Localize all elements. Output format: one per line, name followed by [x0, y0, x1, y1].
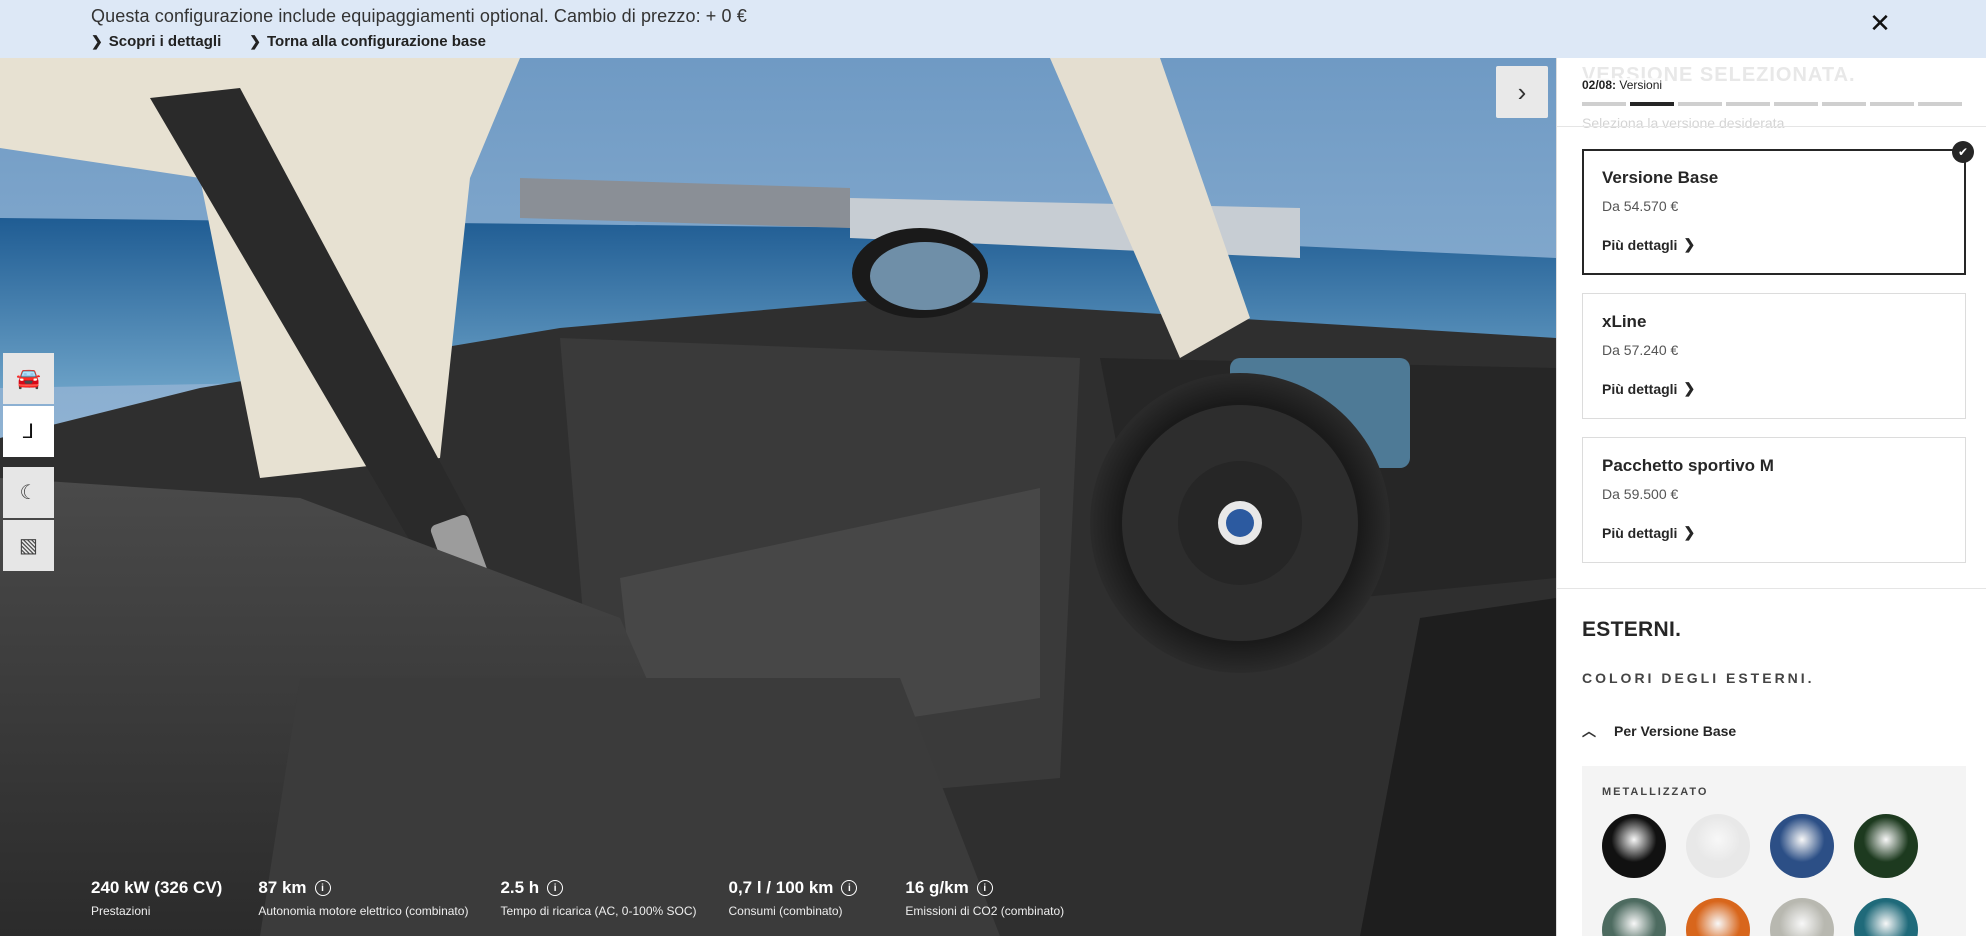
spec-label: Tempo di ricarica (AC, 0-100% SOC) [500, 904, 697, 918]
spec-value: 16 g/km [905, 878, 969, 897]
info-icon[interactable]: i [976, 880, 993, 896]
spec-emissions: 16 g/km i Emissioni di CO2 (combinato) [905, 878, 1064, 918]
spec-label: Consumi (combinato) [728, 904, 843, 918]
section-subtitle-faded: Seleziona la versione desiderata [1582, 115, 1785, 131]
color-swatch[interactable] [1854, 814, 1918, 878]
progress-segment[interactable] [1822, 102, 1866, 106]
discover-details-label: Scopri i dettagli [108, 33, 222, 50]
color-swatch[interactable] [1686, 898, 1750, 936]
color-swatch[interactable] [1686, 814, 1750, 878]
car-interior-image [0, 58, 1556, 936]
info-icon[interactable]: i [314, 880, 331, 896]
progress-segment[interactable] [1726, 102, 1770, 106]
configuration-banner: Questa configurazione include equipaggia… [0, 0, 1986, 58]
more-details-link[interactable]: Più dettagli ❯ [1602, 380, 1946, 397]
spec-value: 87 km [258, 878, 307, 897]
info-icon[interactable]: i [547, 880, 564, 896]
spec-label: Emissioni di CO2 (combinato) [905, 904, 1065, 918]
more-details-label: Più dettagli [1602, 524, 1678, 541]
progress-segment[interactable] [1870, 102, 1914, 106]
more-details-label: Più dettagli [1602, 380, 1678, 397]
step-name: Versioni [1619, 78, 1663, 92]
banner-text: Questa configurazione include equipaggia… [91, 6, 747, 26]
spec-label: Autonomia motore elettrico (combinato) [258, 904, 469, 918]
next-view-button[interactable]: › [1496, 66, 1548, 118]
color-swatch[interactable] [1602, 814, 1666, 878]
info-icon[interactable]: i [841, 880, 858, 896]
version-card-m-sport[interactable]: Pacchetto sportivo M Da 59.500 € Più det… [1582, 437, 1966, 563]
version-title: Versione Base [1602, 168, 1719, 187]
spec-performance: 240 kW (326 CV) Prestazioni [91, 878, 222, 918]
technical-specs: 240 kW (326 CV) Prestazioni 87 km i Auton… [91, 878, 1100, 918]
version-price: Da 57.240 € [1602, 342, 1679, 358]
spec-consumption: 0,7 l / 100 km i Consumi (combinato) [729, 878, 858, 918]
more-details-link[interactable]: Più dettagli ❯ [1602, 524, 1946, 541]
discover-details-link[interactable]: ❯ Scopri i dettagli [91, 33, 221, 50]
version-title: Pacchetto sportivo M [1602, 456, 1774, 475]
more-details-link[interactable]: Più dettagli ❯ [1602, 236, 1946, 253]
accordion-label: Per Versione Base [1614, 723, 1737, 739]
version-title: xLine [1602, 312, 1647, 331]
background-image-icon[interactable]: ▧ [3, 520, 54, 571]
progress-segment[interactable] [1582, 102, 1626, 106]
chevron-right-icon: ❯ [1683, 236, 1696, 252]
chevron-right-icon: ❯ [1683, 380, 1696, 396]
car-interior-viewer[interactable]: › 🚘 ⅃ ☾ ▧ 240 kW (326 CV) Prestazioni 87… [0, 58, 1556, 936]
version-price: Da 59.500 € [1602, 486, 1679, 502]
divider [1557, 126, 1986, 127]
swatch-group-label: METALLIZZATO [1602, 786, 1709, 798]
checkmark-icon: ✔ [1952, 141, 1974, 163]
progress-segment[interactable] [1630, 102, 1674, 106]
exterior-colors-subtitle: COLORI DEGLI ESTERNI. [1582, 670, 1815, 686]
night-mode-icon[interactable]: ☾ [3, 467, 54, 518]
back-to-base-link[interactable]: ❯ Torna alla configurazione base [249, 33, 486, 50]
view-toolbar: 🚘 ⅃ ☾ ▧ [3, 353, 54, 573]
divider [1557, 588, 1986, 589]
step-number: 02/08: [1582, 78, 1617, 92]
chevron-right-icon: ❯ [1683, 524, 1696, 540]
spec-range: 87 km i Autonomia motore elettrico (combi… [258, 878, 468, 918]
color-swatch-group: METALLIZZATO [1582, 766, 1966, 936]
back-to-base-label: Torna alla configurazione base [266, 33, 486, 50]
step-progress-bar [1582, 102, 1962, 106]
exterior-section-title: ESTERNI. [1582, 618, 1682, 641]
color-swatch[interactable] [1770, 814, 1834, 878]
progress-segment[interactable] [1774, 102, 1818, 106]
version-card-base[interactable]: ✔ Versione Base Da 54.570 € Più dettagli… [1582, 141, 1974, 275]
spec-charging-time: 2.5 h i Tempo di ricarica (AC, 0-100% SOC… [500, 878, 696, 918]
spec-value: 240 kW (326 CV) [91, 878, 223, 897]
close-icon[interactable]: ✕ [1866, 8, 1894, 38]
car-exterior-icon[interactable]: 🚘 [3, 353, 54, 404]
spec-value: 2.5 h [500, 878, 540, 897]
progress-segment[interactable] [1918, 102, 1962, 106]
color-swatch[interactable] [1854, 898, 1918, 936]
chevron-up-icon: ︿ [1582, 723, 1596, 739]
step-indicator: 02/08: Versioni [1582, 78, 1663, 92]
color-swatch[interactable] [1602, 898, 1666, 936]
spec-label: Prestazioni [91, 904, 151, 918]
spec-value: 0,7 l / 100 km [728, 878, 834, 897]
version-price: Da 54.570 € [1602, 198, 1679, 214]
more-details-label: Più dettagli [1602, 236, 1678, 253]
seat-interior-icon[interactable]: ⅃ [3, 406, 54, 457]
chevron-right-icon: ❯ [249, 33, 261, 49]
configurator-panel: VERSIONE SELEZIONATA. Seleziona la versi… [1556, 58, 1986, 936]
swatch-grid [1602, 814, 1946, 936]
color-swatch[interactable] [1770, 898, 1834, 936]
progress-segment[interactable] [1678, 102, 1722, 106]
version-card-xline[interactable]: xLine Da 57.240 € Più dettagli ❯ [1582, 293, 1966, 419]
chevron-right-icon: ❯ [91, 33, 103, 49]
version-accordion-toggle[interactable]: ︿ Per Versione Base [1582, 721, 1736, 741]
